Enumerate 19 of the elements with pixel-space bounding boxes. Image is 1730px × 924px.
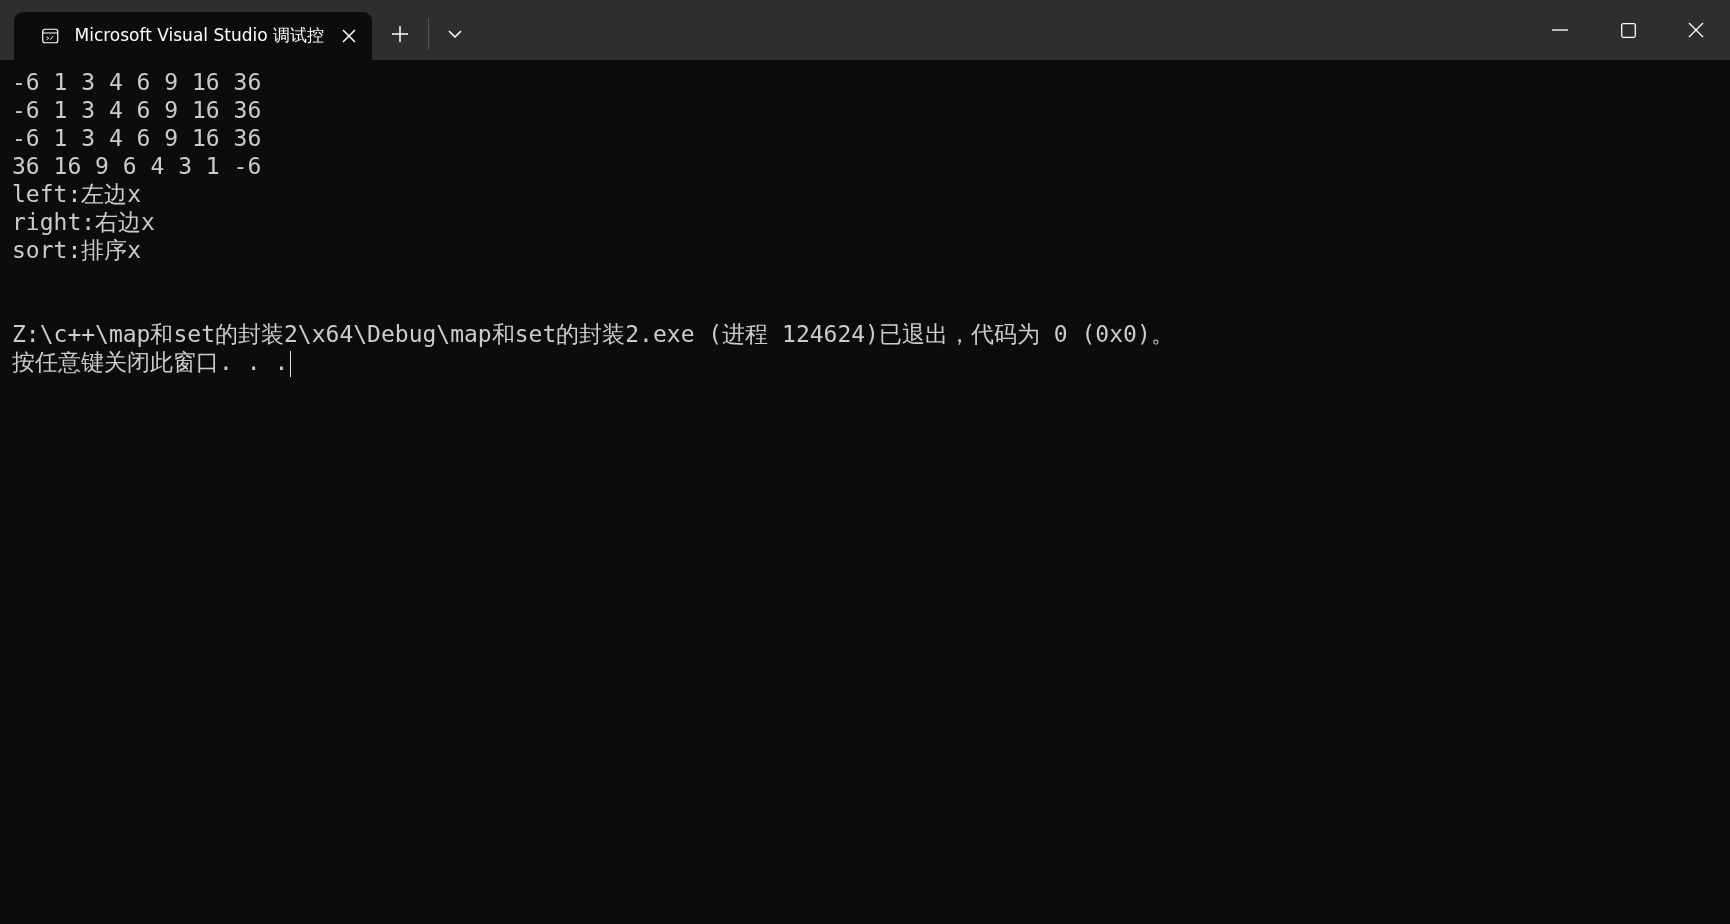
close-icon — [342, 29, 356, 43]
chevron-down-icon — [448, 30, 462, 38]
console-line: Z:\c++\map和set的封装2\x64\Debug\map和set的封装2.exe (进程 124624)已退出，代码为 0 (0x0)。 — [12, 321, 1174, 347]
console-line: 36 16 9 6 4 3 1 -6 — [12, 153, 262, 179]
console-line: right:右边x — [12, 209, 155, 235]
text-cursor — [290, 350, 292, 377]
console-line: left:左边x — [12, 181, 142, 207]
window-tab[interactable]: Microsoft Visual Studio 调试控 — [14, 12, 372, 60]
terminal-icon — [42, 26, 59, 46]
console-line: -6 1 3 4 6 9 16 36 — [12, 125, 262, 151]
console-line: sort:排序x — [12, 237, 142, 263]
close-icon — [1688, 22, 1704, 38]
tab-title: Microsoft Visual Studio 调试控 — [74, 24, 324, 48]
console-line: -6 1 3 4 6 9 16 36 — [12, 69, 262, 95]
console-line: -6 1 3 4 6 9 16 36 — [12, 97, 262, 123]
plus-icon — [392, 26, 408, 42]
minimize-icon — [1552, 29, 1568, 31]
console-line: 按任意键关闭此窗口. . . — [12, 349, 289, 375]
maximize-icon — [1620, 22, 1636, 38]
